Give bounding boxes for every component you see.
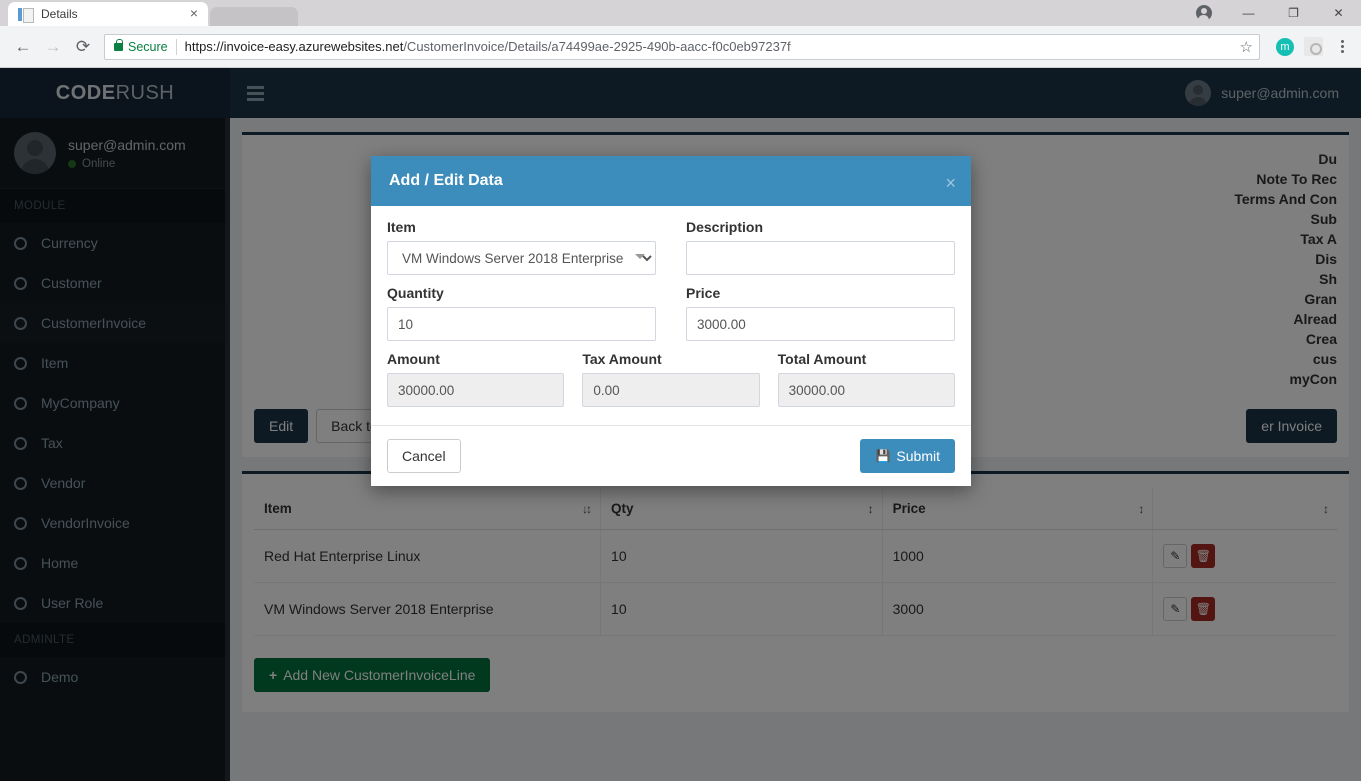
amount-input — [387, 373, 565, 407]
submit-label: Submit — [896, 448, 940, 464]
modal-header: Add / Edit Data × — [371, 156, 971, 206]
description-label: Description — [686, 219, 764, 235]
forward-icon: → — [44, 36, 62, 56]
modal-body: Item VM Windows Server 2018 Enterprise D… — [371, 206, 971, 425]
tax-amount-label: Tax Amount — [582, 351, 662, 367]
price-label: Price — [686, 285, 721, 301]
url-host: https://invoice-easy.azurewebsites.net — [184, 39, 404, 54]
description-field-group: Description — [686, 219, 955, 275]
omnibox-divider — [175, 38, 177, 55]
page-favicon-icon — [18, 7, 34, 23]
window-controls: — ❐ ✕ — [1181, 0, 1361, 26]
address-bar[interactable]: Secure https://invoice-easy.azurewebsite… — [104, 33, 1260, 60]
app-root: CODERUSH super@admin.com super@admin.com… — [0, 68, 1361, 781]
quantity-input[interactable] — [387, 307, 656, 341]
close-tab-icon[interactable]: × — [186, 6, 202, 22]
description-input[interactable] — [686, 241, 955, 275]
browser-menu-icon[interactable] — [1331, 39, 1353, 54]
total-amount-field-group: Total Amount — [777, 351, 955, 407]
extension-icon[interactable] — [1304, 37, 1323, 56]
tab-title: Details — [41, 7, 78, 21]
modal-row-quantity-price: Quantity Price — [387, 285, 955, 341]
amount-label: Amount — [387, 351, 440, 367]
bookmark-star-icon[interactable]: ☆ — [1240, 38, 1253, 56]
price-field-group: Price — [686, 285, 955, 341]
submit-button[interactable]: 💾 Submit — [860, 439, 955, 473]
browser-tab[interactable]: Details × — [8, 2, 208, 26]
add-edit-data-modal: Add / Edit Data × Item VM Windows Server… — [371, 156, 971, 486]
url-text: https://invoice-easy.azurewebsites.net/C… — [185, 39, 791, 54]
window-minimize-button[interactable]: — — [1226, 0, 1271, 26]
quantity-field-group: Quantity — [387, 285, 656, 341]
modal-title: Add / Edit Data — [389, 172, 503, 189]
item-select[interactable]: VM Windows Server 2018 Enterprise — [387, 241, 656, 275]
total-amount-input — [777, 373, 955, 407]
window-maximize-button[interactable]: ❐ — [1271, 0, 1316, 26]
modal-row-amounts: Amount Tax Amount Total Amount — [387, 351, 955, 407]
profile-avatar-icon — [1195, 5, 1212, 22]
browser-titlebar: Details × — ❐ ✕ — [0, 0, 1361, 26]
secure-label: Secure — [128, 39, 168, 54]
cancel-button[interactable]: Cancel — [387, 439, 461, 473]
new-tab-stub[interactable] — [210, 7, 298, 26]
modal-row-item: Item VM Windows Server 2018 Enterprise D… — [387, 219, 955, 275]
reload-icon[interactable]: ⟳ — [68, 32, 98, 62]
tax-amount-input — [582, 373, 760, 407]
price-input[interactable] — [686, 307, 955, 341]
quantity-label: Quantity — [387, 285, 444, 301]
save-icon: 💾 — [875, 449, 891, 463]
browser-profile-button[interactable] — [1181, 0, 1226, 26]
total-amount-label: Total Amount — [777, 351, 867, 367]
back-icon[interactable]: ← — [8, 32, 38, 62]
modal-footer: Cancel 💾 Submit — [371, 425, 971, 486]
lock-icon — [114, 38, 123, 51]
tax-amount-field-group: Tax Amount — [582, 351, 760, 407]
item-field-group: Item VM Windows Server 2018 Enterprise — [387, 219, 656, 275]
item-label: Item — [387, 219, 416, 235]
url-path: /CustomerInvoice/Details/a74499ae-2925-4… — [403, 39, 791, 54]
browser-toolbar: ← → ⟳ Secure https://invoice-easy.azurew… — [0, 26, 1361, 68]
close-icon[interactable]: × — [945, 174, 956, 192]
amount-field-group: Amount — [387, 351, 565, 407]
extension-avatar-icon[interactable]: m — [1276, 37, 1294, 56]
window-close-button[interactable]: ✕ — [1316, 0, 1361, 26]
